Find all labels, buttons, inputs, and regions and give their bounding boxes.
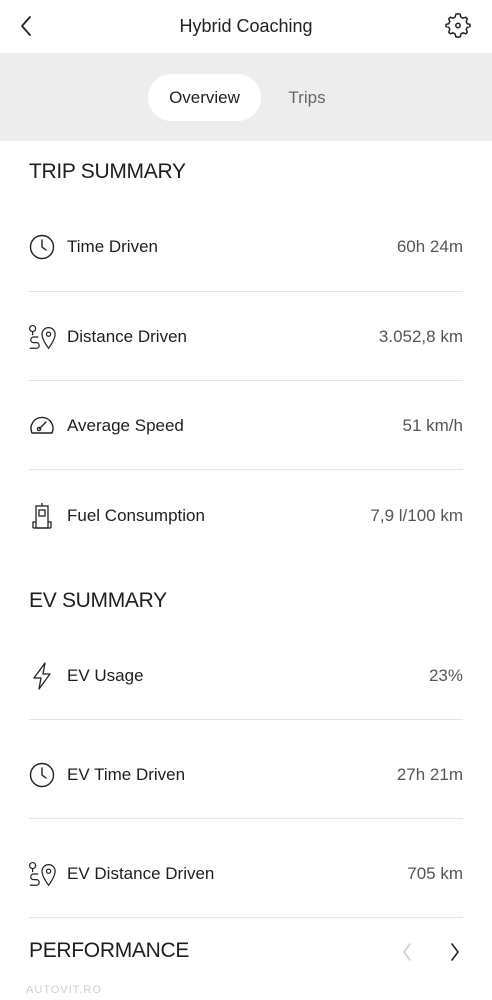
performance-pager: [396, 937, 466, 967]
chevron-right-icon: [451, 943, 459, 961]
row-label: Fuel Consumption: [67, 506, 205, 525]
divider: [29, 380, 463, 381]
ev-summary-heading: EV SUMMARY: [29, 589, 167, 612]
chevron-left-icon: [403, 943, 411, 961]
page-title: Hybrid Coaching: [179, 16, 313, 36]
ev-row-time-driven: EV Time Driven 27h 21m: [29, 745, 463, 805]
trip-row-average-speed: Average Speed 51 km/h: [29, 396, 463, 456]
app-header: Hybrid Coaching: [0, 0, 492, 53]
row-label: Distance Driven: [67, 327, 187, 346]
tab-overview[interactable]: Overview: [148, 74, 261, 121]
row-value: 7,9 l/100 km: [370, 506, 463, 525]
divider: [29, 917, 463, 918]
back-button[interactable]: [14, 12, 38, 40]
clock-icon: [27, 232, 57, 262]
row-label: Time Driven: [67, 237, 158, 256]
lightning-icon: [27, 661, 57, 691]
speedometer-icon: [27, 411, 57, 441]
divider: [29, 291, 463, 292]
row-value: 23%: [428, 666, 463, 685]
trip-row-distance-driven: Distance Driven 3.052,8 km: [29, 307, 463, 367]
chevron-left-icon: [21, 16, 31, 36]
row-label: EV Distance Driven: [67, 864, 215, 883]
row-label: EV Usage: [67, 666, 144, 685]
tab-bar: Overview Trips: [0, 53, 492, 141]
divider: [29, 469, 463, 470]
row-value: 705 km: [407, 864, 463, 883]
row-label: EV Time Driven: [67, 765, 186, 784]
row-value: 60h 24m: [396, 237, 463, 256]
row-value: 3.052,8 km: [378, 327, 463, 346]
ev-row-distance-driven: EV Distance Driven 705 km: [29, 844, 463, 904]
tab-trips[interactable]: Trips: [272, 74, 342, 121]
performance-heading: PERFORMANCE: [29, 939, 190, 962]
clock-icon: [27, 760, 57, 790]
settings-button[interactable]: [444, 11, 472, 39]
row-value: 27h 21m: [396, 765, 463, 784]
row-value: 51 km/h: [402, 416, 463, 435]
row-label: Average Speed: [67, 416, 184, 435]
previous-button[interactable]: [396, 937, 418, 967]
trip-row-time-driven: Time Driven 60h 24m: [29, 217, 463, 277]
gear-icon: [445, 13, 471, 38]
divider: [29, 818, 463, 819]
ev-row-usage: EV Usage 23%: [29, 646, 463, 706]
trip-summary-heading: TRIP SUMMARY: [29, 160, 186, 183]
divider: [29, 719, 463, 720]
route-pin-icon: [27, 859, 57, 889]
route-pin-icon: [27, 322, 57, 352]
trip-row-fuel-consumption: Fuel Consumption 7,9 l/100 km: [29, 486, 463, 546]
watermark: AUTOVIT.RO: [26, 984, 102, 996]
fuel-pump-icon: [27, 501, 57, 531]
next-button[interactable]: [444, 937, 466, 967]
